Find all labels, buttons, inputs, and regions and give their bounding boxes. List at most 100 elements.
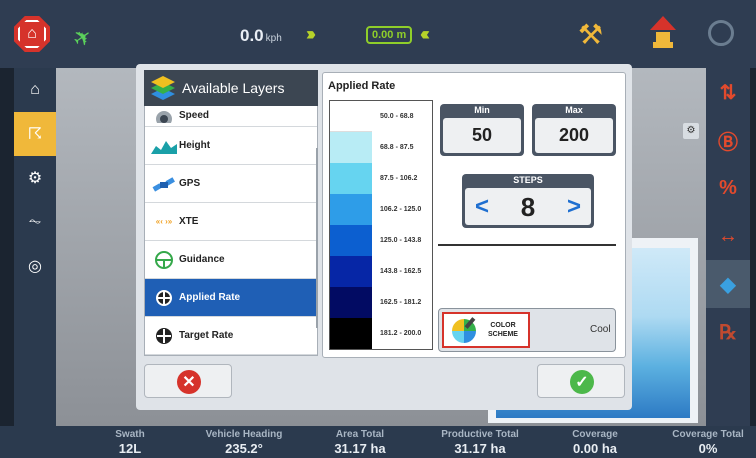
guidance-icon bbox=[149, 250, 179, 270]
legend-swatch bbox=[330, 163, 372, 194]
steering-wheel-icon[interactable] bbox=[708, 20, 734, 46]
layer-item-gps[interactable]: GPS bbox=[145, 165, 317, 203]
layers-scrollbar[interactable] bbox=[316, 148, 318, 328]
legend-row: 87.5 - 106.2 bbox=[330, 163, 432, 194]
layer-label: Applied Rate bbox=[179, 292, 241, 303]
status-productive-total: Productive Total 31.17 ha bbox=[428, 429, 532, 456]
scheme-label-line: COLOR bbox=[490, 322, 516, 329]
layers-icon[interactable]: ◆ bbox=[706, 260, 750, 308]
scheme-label-line: SCHEME bbox=[488, 331, 518, 338]
min-button[interactable]: Min 50 bbox=[440, 104, 524, 156]
home-nav-icon[interactable]: ⌂ bbox=[14, 68, 56, 112]
speed-readout: 0.0 kph bbox=[240, 26, 282, 46]
status-heading: Vehicle Heading 235.2° bbox=[186, 429, 302, 456]
confirm-button[interactable]: ✓ bbox=[537, 364, 625, 398]
home-button[interactable]: ⌂ bbox=[14, 16, 50, 52]
steps-decrement-button[interactable]: < bbox=[470, 192, 494, 222]
legend-row: 143.8 - 162.5 bbox=[330, 256, 432, 287]
status-coverage: Coverage 0.00 ha bbox=[560, 429, 630, 456]
status-value: 31.17 ha bbox=[334, 441, 386, 456]
legend-swatch bbox=[330, 318, 372, 349]
legend-label: 87.5 - 106.2 bbox=[380, 175, 418, 182]
legend-label: 143.8 - 162.5 bbox=[380, 268, 422, 275]
layers-header: Available Layers bbox=[144, 70, 318, 106]
layers-list[interactable]: Speed Height GPS «‹ ›» XTE Guidance Appl… bbox=[144, 70, 318, 356]
legend-swatch bbox=[330, 225, 372, 256]
legend-swatch bbox=[330, 101, 372, 132]
layer-item-target-rate[interactable]: Target Rate bbox=[145, 317, 317, 355]
max-button[interactable]: Max 200 bbox=[532, 104, 616, 156]
cancel-button[interactable]: ✕ bbox=[144, 364, 232, 398]
map-settings-icon[interactable]: ⚙ bbox=[683, 123, 699, 139]
layer-label: Height bbox=[179, 140, 211, 151]
layer-item-guidance[interactable]: Guidance bbox=[145, 241, 317, 279]
legend-swatch bbox=[330, 287, 372, 318]
prescription-icon[interactable]: ℞ bbox=[706, 308, 750, 356]
applied-rate-icon bbox=[149, 288, 179, 308]
legend-label: 68.8 - 87.5 bbox=[380, 144, 414, 151]
top-bar: ⌂ ✈ 0.0 kph ››››› 0.00 m ‹‹‹‹‹ ⚒ bbox=[0, 0, 756, 68]
layer-item-applied-rate[interactable]: Applied Rate bbox=[145, 279, 317, 317]
legend-label: 181.2 - 200.0 bbox=[380, 330, 422, 337]
ab-line-icon[interactable]: Ⓑ bbox=[706, 116, 750, 164]
status-value: 31.17 ha bbox=[454, 441, 506, 456]
check-icon: ✓ bbox=[570, 370, 594, 394]
status-label: Swath bbox=[115, 429, 145, 440]
rate-legend: 50.0 - 68.8 68.8 - 87.5 87.5 - 106.2 106… bbox=[329, 100, 433, 350]
diagnostics-nav-icon[interactable]: ⏦ bbox=[14, 200, 56, 244]
steps-increment-button[interactable]: > bbox=[562, 192, 586, 222]
legend-row: 50.0 - 68.8 bbox=[330, 101, 432, 132]
height-icon bbox=[149, 138, 179, 154]
guidance-lines-icon[interactable]: ⇅ bbox=[706, 68, 750, 116]
steer-left-chevrons-icon: ››››› bbox=[306, 24, 316, 44]
boundary-icon[interactable]: % bbox=[706, 164, 750, 212]
steps-value: 8 bbox=[520, 192, 536, 222]
layer-item-height[interactable]: Height bbox=[145, 127, 317, 165]
layers-stack-icon bbox=[151, 76, 175, 100]
xte-icon: «‹ ›» bbox=[155, 217, 173, 226]
status-area-total: Area Total 31.17 ha bbox=[322, 429, 398, 456]
speed-value: 0.0 bbox=[240, 26, 264, 45]
home-icon: ⌂ bbox=[18, 20, 46, 48]
legend-swatch bbox=[330, 256, 372, 287]
legend-row: 162.5 - 181.2 bbox=[330, 287, 432, 318]
satellite-icon[interactable]: ✈ bbox=[68, 16, 106, 53]
layer-item-xte[interactable]: «‹ ›» XTE bbox=[145, 203, 317, 241]
layers-title: Available Layers bbox=[182, 80, 285, 96]
color-scheme-value: Cool bbox=[590, 324, 611, 335]
right-toolbar: ⇅ Ⓑ % ↔ ◆ ℞ bbox=[706, 68, 750, 428]
status-label: Productive Total bbox=[441, 429, 519, 440]
status-label: Coverage bbox=[572, 429, 618, 440]
speed-unit: kph bbox=[265, 33, 282, 44]
status-value: 0.00 ha bbox=[572, 441, 618, 456]
setup-nav-icon[interactable]: ⚙ bbox=[14, 156, 56, 200]
max-label: Max bbox=[565, 105, 583, 115]
layer-label: Target Rate bbox=[179, 330, 234, 341]
layer-label: Guidance bbox=[179, 254, 225, 265]
layer-label: Speed bbox=[179, 110, 210, 121]
status-swath: Swath 12L bbox=[100, 429, 160, 456]
warning-operator-icon[interactable] bbox=[648, 16, 678, 50]
legend-label: 106.2 - 125.0 bbox=[380, 206, 422, 213]
color-wheel-icon bbox=[452, 317, 476, 343]
status-label: Coverage Total bbox=[672, 429, 744, 440]
target-rate-icon bbox=[149, 326, 179, 346]
min-label: Min bbox=[474, 105, 490, 115]
layer-label: GPS bbox=[179, 178, 201, 189]
run-nav-icon[interactable]: ☈ bbox=[14, 112, 56, 156]
legend-label: 162.5 - 181.2 bbox=[380, 299, 422, 306]
steps-label: STEPS bbox=[513, 175, 543, 185]
status-bar: Swath 12L Vehicle Heading 235.2° Area To… bbox=[0, 426, 756, 458]
legend-label: 125.0 - 143.8 bbox=[380, 237, 422, 244]
status-label: Vehicle Heading bbox=[205, 429, 283, 440]
speed-icon bbox=[149, 109, 179, 123]
layer-item-speed[interactable]: Speed bbox=[145, 105, 317, 127]
utility-nav-icon[interactable]: ◎ bbox=[14, 244, 56, 288]
status-value: 235.2° bbox=[225, 441, 263, 456]
status-label: Area Total bbox=[335, 429, 385, 440]
divider bbox=[438, 244, 616, 246]
close-icon: ✕ bbox=[177, 370, 201, 394]
legend-row: 106.2 - 125.0 bbox=[330, 194, 432, 225]
implement-icon[interactable]: ⚒ bbox=[578, 18, 603, 51]
nudge-icon[interactable]: ↔ bbox=[706, 212, 750, 260]
